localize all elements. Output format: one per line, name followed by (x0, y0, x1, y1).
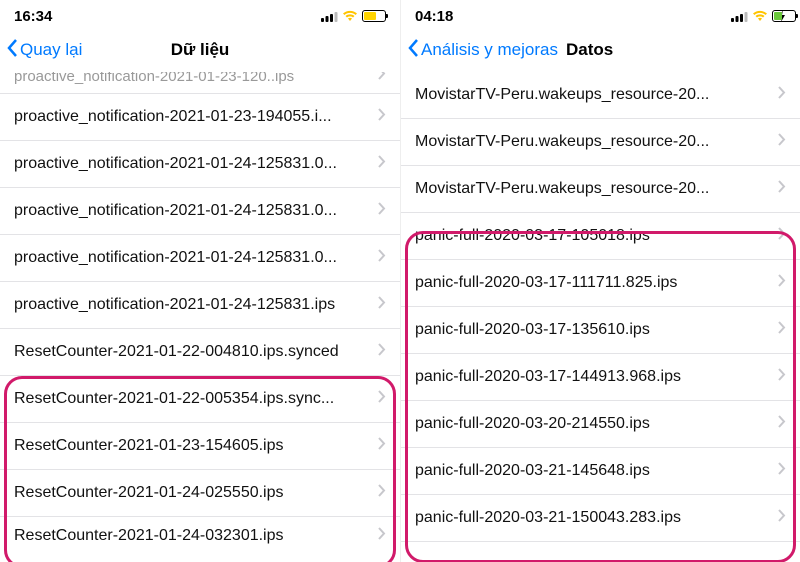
list-item-label: MovistarTV-Peru.wakeups_resource-20... (415, 133, 772, 151)
list-item[interactable]: panic-full-2020-03-20-214550.ips (401, 401, 800, 448)
list-item-label: MovistarTV-Peru.wakeups_resource-20... (415, 86, 772, 104)
chevron-right-icon (378, 296, 386, 314)
back-button[interactable]: Quay lại (6, 38, 82, 63)
list-item[interactable]: ResetCounter-2021-01-22-004810.ips.synce… (0, 329, 400, 376)
chevron-right-icon (778, 227, 786, 245)
log-list[interactable]: proactive_notification-2021-01-23-120..i… (0, 72, 400, 562)
list-item[interactable]: ResetCounter-2021-01-24-032301.ips (0, 517, 400, 551)
list-item[interactable]: ResetCounter-2021-01-22-005354.ips.sync.… (0, 376, 400, 423)
list-item-label: proactive_notification-2021-01-24-125831… (14, 296, 372, 314)
page-title: Datos (566, 40, 794, 60)
list-item-label: panic-full-2020-03-17-135610.ips (415, 321, 772, 339)
list-item-label: ResetCounter-2021-01-22-004810.ips.synce… (14, 343, 372, 361)
list-item[interactable]: proactive_notification-2021-01-23-120..i… (0, 72, 400, 94)
wifi-icon (342, 10, 358, 22)
chevron-right-icon (778, 274, 786, 292)
list-item-label: proactive_notification-2021-01-24-125831… (14, 155, 372, 173)
log-list[interactable]: MovistarTV-Peru.wakeups_resource-20... Mo… (401, 72, 800, 562)
list-item[interactable]: MovistarTV-Peru.wakeups_resource-20... (401, 166, 800, 213)
list-item-label: MovistarTV-Peru.wakeups_resource-20... (415, 180, 772, 198)
nav-bar: Análisis y mejoras Datos (401, 28, 800, 72)
list-item[interactable]: MovistarTV-Peru.wakeups_resource-20... (401, 72, 800, 119)
list-item[interactable]: proactive_notification-2021-01-24-125831… (0, 141, 400, 188)
chevron-right-icon (378, 484, 386, 502)
list-item-label: proactive_notification-2021-01-24-125831… (14, 249, 372, 267)
chevron-right-icon (778, 415, 786, 433)
status-icons (731, 10, 786, 22)
status-icons (321, 10, 386, 22)
chevron-right-icon (378, 437, 386, 455)
chevron-right-icon (378, 343, 386, 361)
chevron-right-icon (778, 180, 786, 198)
list-item-label: panic-full-2020-03-17-105018.ips (415, 227, 772, 245)
battery-icon (772, 10, 786, 22)
phone-left: 16:34 Quay lại Dữ liệu proactive_notific… (0, 0, 400, 562)
back-button[interactable]: Análisis y mejoras (407, 38, 558, 63)
signal-icon (321, 11, 338, 22)
list-item-label: ResetCounter-2021-01-23-154605.ips (14, 437, 372, 455)
list-item-label: panic-full-2020-03-21-150043.283.ips (415, 509, 772, 527)
nav-bar: Quay lại Dữ liệu (0, 28, 400, 72)
status-bar: 04:18 (401, 0, 800, 28)
chevron-left-icon (407, 38, 419, 63)
list-item-label: ResetCounter-2021-01-24-025550.ips (14, 484, 372, 502)
phone-right: 04:18 Análisis y mejoras Datos MovistarT… (400, 0, 800, 562)
list-item-label: ResetCounter-2021-01-24-032301.ips (14, 527, 372, 545)
chevron-right-icon (378, 202, 386, 220)
list-item[interactable]: panic-full-2020-03-17-105018.ips (401, 213, 800, 260)
back-label: Quay lại (20, 40, 82, 60)
list-item-label: panic-full-2020-03-17-111711.825.ips (415, 274, 772, 292)
list-item[interactable]: panic-full-2020-03-17-111711.825.ips (401, 260, 800, 307)
status-time: 04:18 (415, 8, 453, 25)
list-item[interactable]: panic-full-2020-03-17-135610.ips (401, 307, 800, 354)
battery-icon (362, 10, 386, 22)
chevron-right-icon (778, 509, 786, 527)
chevron-right-icon (378, 527, 386, 545)
list-item[interactable]: proactive_notification-2021-01-24-125831… (0, 282, 400, 329)
chevron-right-icon (378, 72, 386, 85)
chevron-right-icon (778, 368, 786, 386)
chevron-left-icon (6, 38, 18, 63)
signal-icon (731, 11, 748, 22)
list-item[interactable]: ResetCounter-2021-01-24-025550.ips (0, 470, 400, 517)
list-item[interactable]: MovistarTV-Peru.wakeups_resource-20... (401, 119, 800, 166)
list-item-label: panic-full-2020-03-20-214550.ips (415, 415, 772, 433)
list-item-label: proactive_notification-2021-01-23-120..i… (14, 72, 372, 85)
list-item-label: proactive_notification-2021-01-24-125831… (14, 202, 372, 220)
chevron-right-icon (778, 462, 786, 480)
list-item-label: ResetCounter-2021-01-22-005354.ips.sync.… (14, 390, 372, 408)
list-item[interactable]: panic-full-2020-03-21-145648.ips (401, 448, 800, 495)
back-label: Análisis y mejoras (421, 40, 558, 60)
chevron-right-icon (378, 249, 386, 267)
wifi-icon (752, 10, 768, 22)
list-item[interactable]: panic-full-2020-03-21-150043.283.ips (401, 495, 800, 542)
status-time: 16:34 (14, 8, 52, 25)
status-bar: 16:34 (0, 0, 400, 28)
chevron-right-icon (778, 133, 786, 151)
chevron-right-icon (378, 390, 386, 408)
chevron-right-icon (378, 155, 386, 173)
chevron-right-icon (778, 321, 786, 339)
list-item-label: panic-full-2020-03-17-144913.968.ips (415, 368, 772, 386)
list-item[interactable]: proactive_notification-2021-01-24-125831… (0, 235, 400, 282)
list-item[interactable]: proactive_notification-2021-01-23-194055… (0, 94, 400, 141)
chevron-right-icon (778, 86, 786, 104)
list-item-label: proactive_notification-2021-01-23-194055… (14, 108, 372, 126)
list-item[interactable]: ResetCounter-2021-01-23-154605.ips (0, 423, 400, 470)
chevron-right-icon (378, 108, 386, 126)
list-item[interactable]: proactive_notification-2021-01-24-125831… (0, 188, 400, 235)
list-item[interactable]: panic-full-2020-03-17-144913.968.ips (401, 354, 800, 401)
list-item-label: panic-full-2020-03-21-145648.ips (415, 462, 772, 480)
